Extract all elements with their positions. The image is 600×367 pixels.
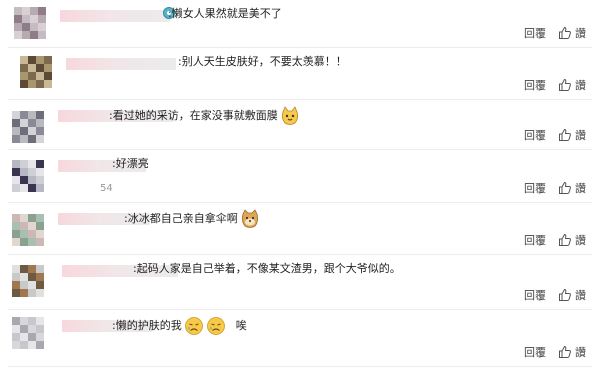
like-button[interactable]: 讚 — [558, 77, 586, 93]
reply-button[interactable]: 回覆 — [524, 180, 546, 196]
reply-button[interactable]: 回覆 — [524, 127, 546, 143]
comment-text: :懒女人果然就是美不了 — [168, 6, 282, 21]
like-label: 讚 — [575, 27, 586, 40]
like-button[interactable]: 讚 — [558, 127, 586, 143]
comment-body: 冰冰都自己亲自拿伞啊 — [127, 212, 238, 225]
comment-actions: 回覆 讚 — [524, 127, 586, 143]
user-avatar[interactable] — [12, 111, 44, 143]
comment-actions: 回覆 讚 — [524, 287, 586, 303]
like-button[interactable]: 讚 — [558, 25, 586, 41]
comment-text: :懒的护肤的我唉 — [112, 316, 247, 336]
user-avatar[interactable] — [12, 317, 44, 349]
comment-trailing-text: 唉 — [235, 319, 247, 332]
comment-item: :好漂亮 54 回覆 讚 — [0, 150, 600, 203]
comment-actions: 回覆 讚 — [524, 180, 586, 196]
comment-text: :冰冰都自己亲自拿伞啊 — [124, 209, 260, 229]
comment-body: 看过她的采访，在家没事就敷面膜 — [112, 109, 278, 122]
comment-actions: 回覆 讚 — [524, 344, 586, 360]
user-avatar[interactable] — [12, 214, 44, 246]
comment-actions: 回覆 讚 — [524, 25, 586, 41]
like-label: 讚 — [575, 234, 586, 247]
thumbs-up-icon — [559, 288, 571, 301]
like-label: 讚 — [575, 79, 586, 92]
reply-button[interactable]: 回覆 — [524, 77, 546, 93]
comment-item: :起码人家是自己举着，不像某文渣男，跟个大爷似的。回覆 讚 — [0, 255, 600, 310]
sad-face-emoji — [184, 317, 203, 335]
thumbs-up-icon — [559, 26, 571, 39]
like-label: 讚 — [575, 289, 586, 302]
thumbs-up-icon — [559, 78, 571, 91]
doge-emoji — [241, 209, 258, 228]
like-button[interactable]: 讚 — [558, 180, 586, 196]
thumbs-up-icon — [559, 345, 571, 358]
comment-list: :懒女人果然就是美不了 回覆讚:别人天生皮肤好，不要太羡慕！！ 回覆讚:看过她的采访… — [0, 0, 600, 367]
comment-actions: 回覆 讚 — [524, 77, 586, 93]
comment-text: :看过她的采访，在家没事就敷面膜 — [109, 106, 300, 126]
reply-button[interactable]: 回覆 — [524, 25, 546, 41]
like-button[interactable]: 讚 — [558, 232, 586, 248]
thumbs-up-icon — [559, 128, 571, 141]
reply-button[interactable]: 回覆 — [524, 287, 546, 303]
user-avatar[interactable] — [20, 56, 52, 88]
comment-body: 懒的护肤的我 — [115, 319, 182, 332]
comment-text: :别人天生皮肤好，不要太羡慕！！ — [178, 54, 347, 69]
comment-item: :看过她的采访，在家没事就敷面膜回覆 讚 — [0, 100, 600, 150]
username-blurred[interactable] — [66, 58, 176, 70]
user-avatar[interactable] — [14, 7, 46, 39]
comment-text: :起码人家是自己举着，不像某文渣男，跟个大爷似的。 — [133, 261, 401, 276]
user-avatar[interactable] — [12, 160, 44, 192]
thumbs-up-icon — [559, 233, 571, 246]
comment-body: 好漂亮 — [115, 157, 149, 170]
comment-text: :好漂亮 — [112, 156, 149, 171]
like-label: 讚 — [575, 346, 586, 359]
sad-face-emoji — [206, 317, 225, 335]
thumbs-up-icon — [559, 181, 571, 194]
comment-item: :冰冰都自己亲自拿伞啊回覆 讚 — [0, 203, 600, 255]
comment-body: 懒女人果然就是美不了 — [171, 7, 282, 20]
comment-item: :别人天生皮肤好，不要太羡慕！！ 回覆 讚 — [0, 48, 600, 100]
username-blurred[interactable] — [60, 10, 170, 22]
comment-item: :懒的护肤的我唉回覆讚 — [0, 310, 600, 367]
reply-button[interactable]: 回覆 — [524, 344, 546, 360]
like-button[interactable]: 讚 — [558, 287, 586, 303]
like-button[interactable]: 讚 — [558, 344, 586, 360]
user-avatar[interactable] — [12, 265, 44, 297]
reply-button[interactable]: 回覆 — [524, 232, 546, 248]
comment-extra-number: 54 — [100, 183, 113, 194]
comment-item: :懒女人果然就是美不了回覆 讚 — [0, 0, 600, 48]
comment-body: 起码人家是自己举着，不像某文渣男，跟个大爷似的。 — [136, 262, 401, 275]
like-label: 讚 — [575, 182, 586, 195]
comment-actions: 回覆 讚 — [524, 232, 586, 248]
like-label: 讚 — [575, 129, 586, 142]
cat-emoji — [281, 106, 298, 125]
comment-body: 别人天生皮肤好，不要太羡慕！！ — [181, 55, 347, 68]
